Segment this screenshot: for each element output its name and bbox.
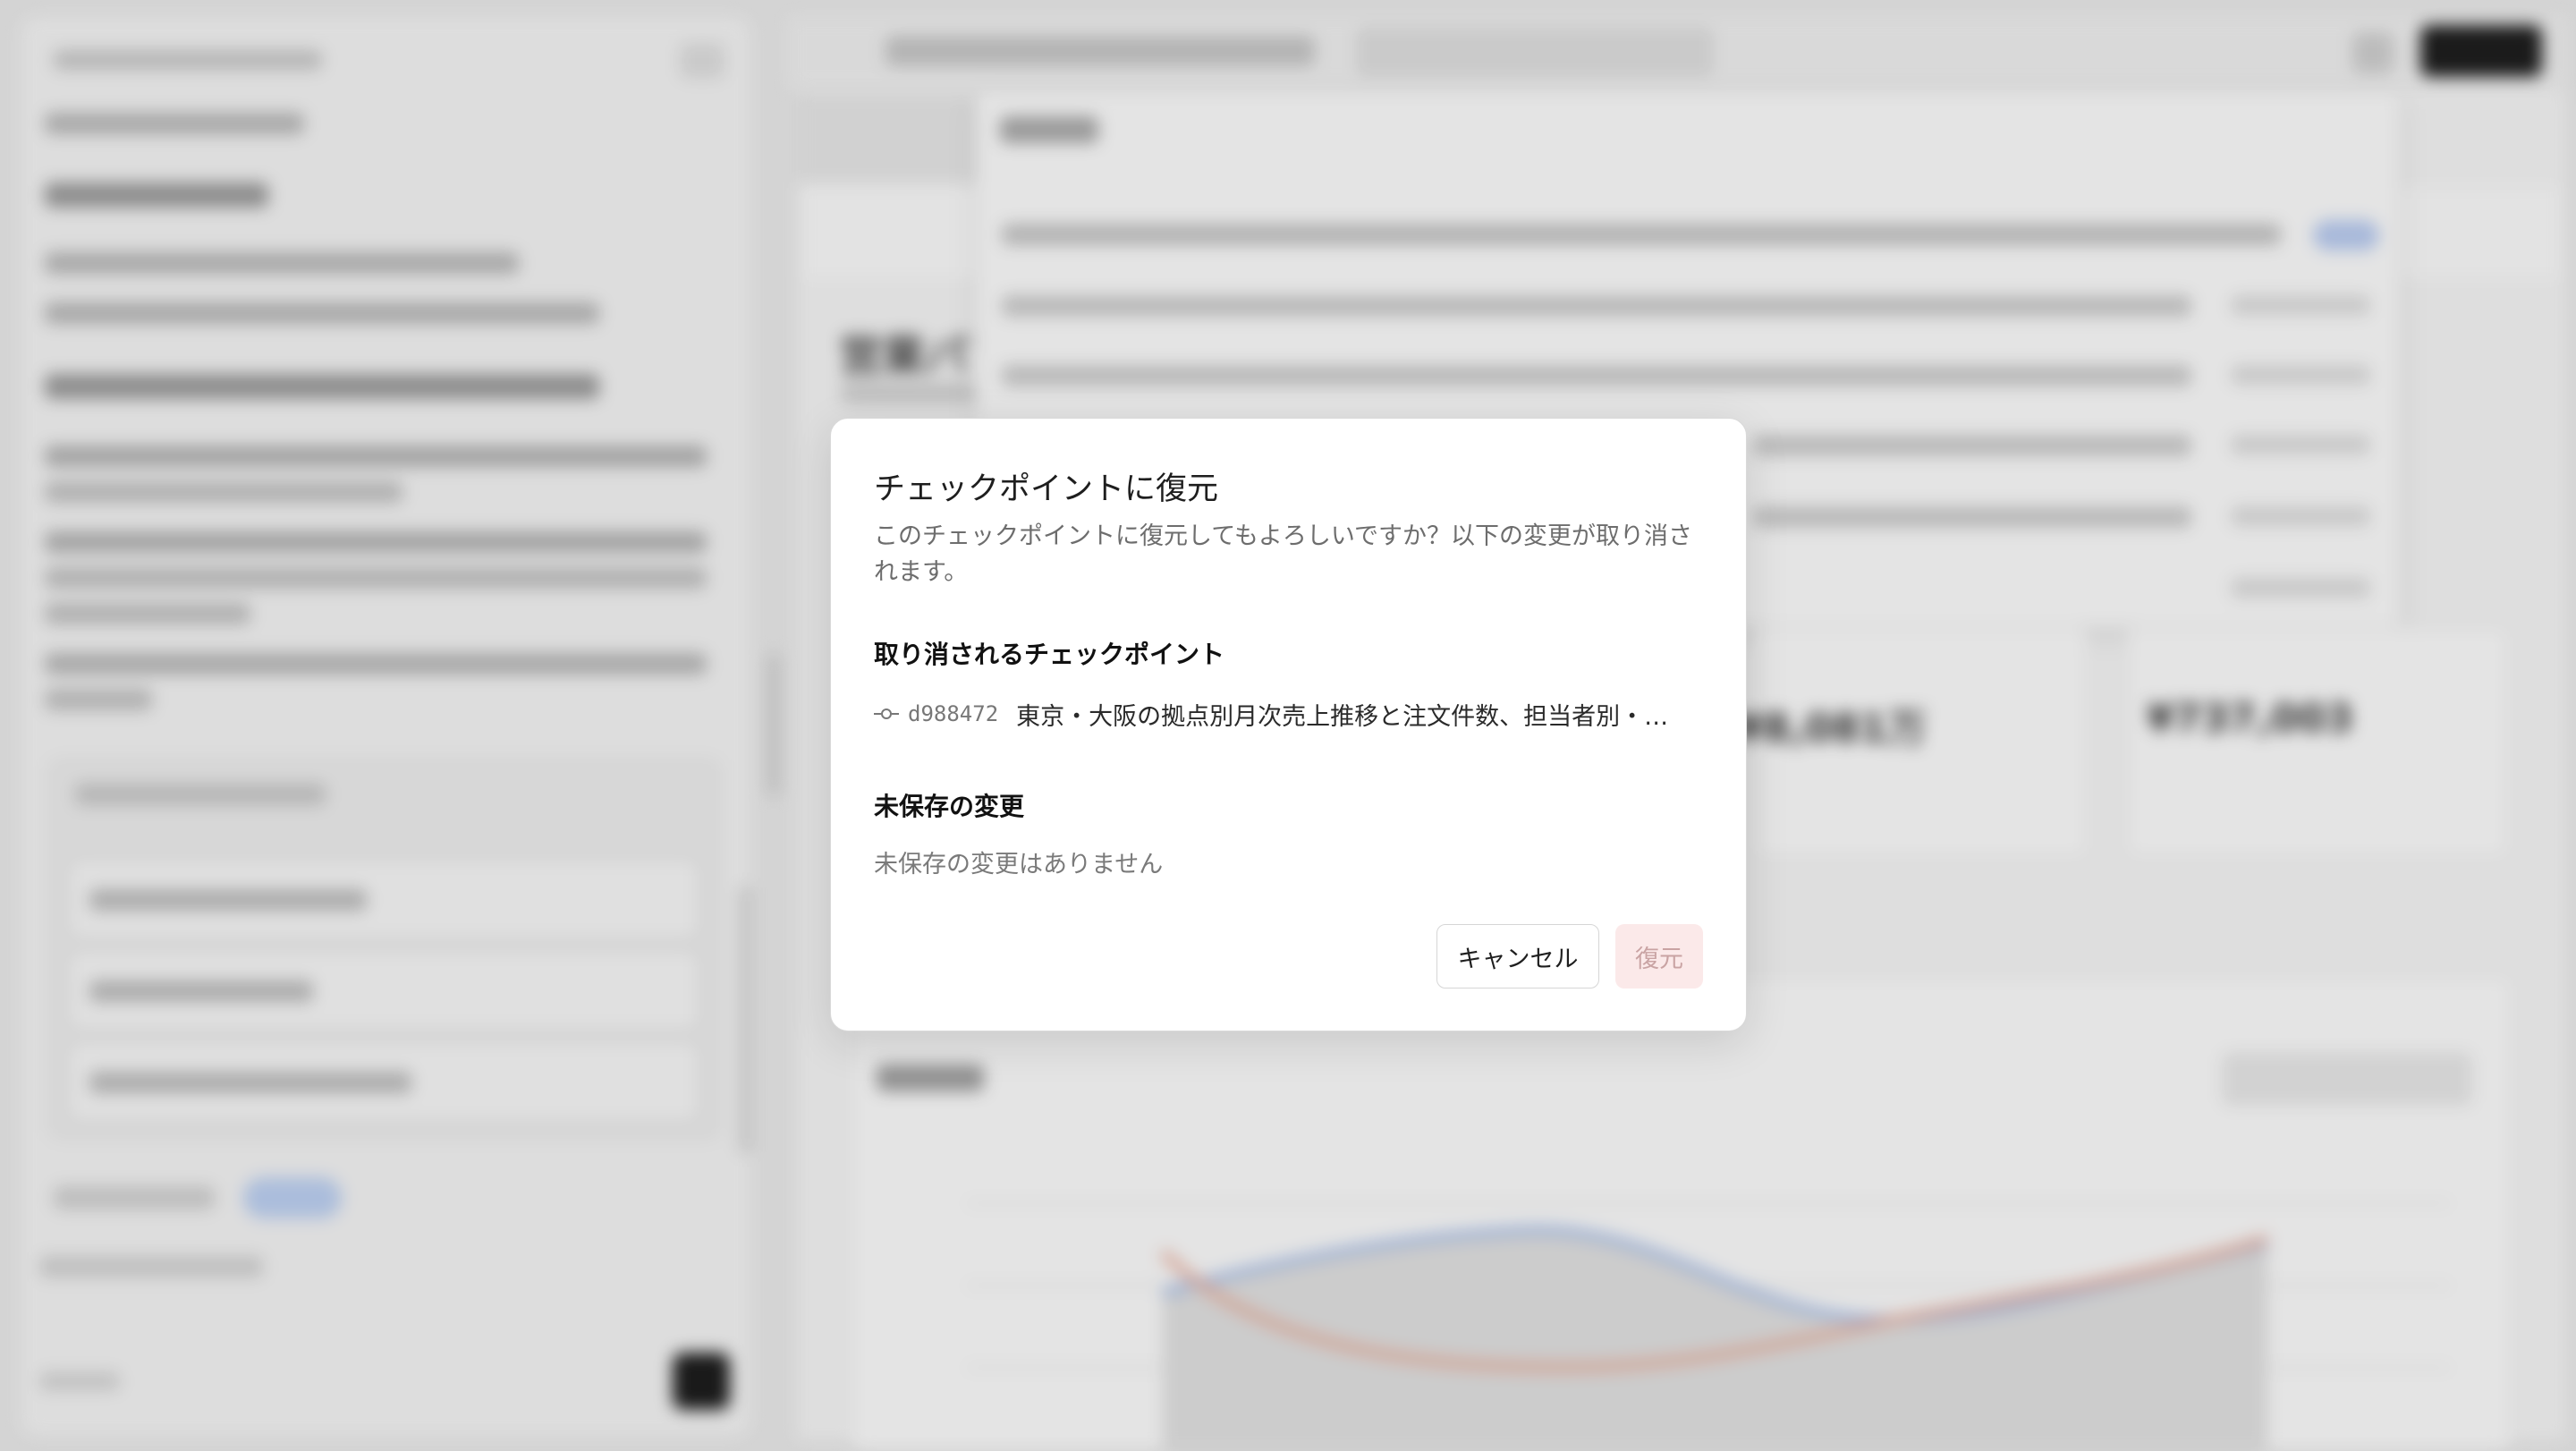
unsaved-changes-heading: 未保存の変更 [874, 792, 1025, 821]
reverted-checkpoints-heading: 取り消されるチェックポイント [874, 640, 1225, 669]
checkpoint-hash: d988472 [908, 701, 999, 726]
dialog-title: チェックポイントに復元 [874, 471, 1219, 507]
checkpoint-row: d988472 東京・大阪の拠点別月次売上推移と注文件数、担当者別・… [874, 696, 1706, 732]
commit-icon [874, 705, 899, 723]
checkpoint-message: 東京・大阪の拠点別月次売上推移と注文件数、担当者別・… [1016, 702, 1669, 731]
dialog-description: このチェックポイントに復元してもよろしいですか？以下の変更が取り消されます。 [874, 522, 1693, 586]
restore-checkpoint-dialog: チェックポイントに復元 このチェックポイントに復元してもよろしいですか？以下の変… [830, 418, 1747, 1031]
cancel-button[interactable]: キャンセル [1436, 924, 1599, 989]
unsaved-changes-empty: 未保存の変更はありません [874, 851, 1164, 878]
restore-button[interactable]: 復元 [1615, 924, 1703, 989]
